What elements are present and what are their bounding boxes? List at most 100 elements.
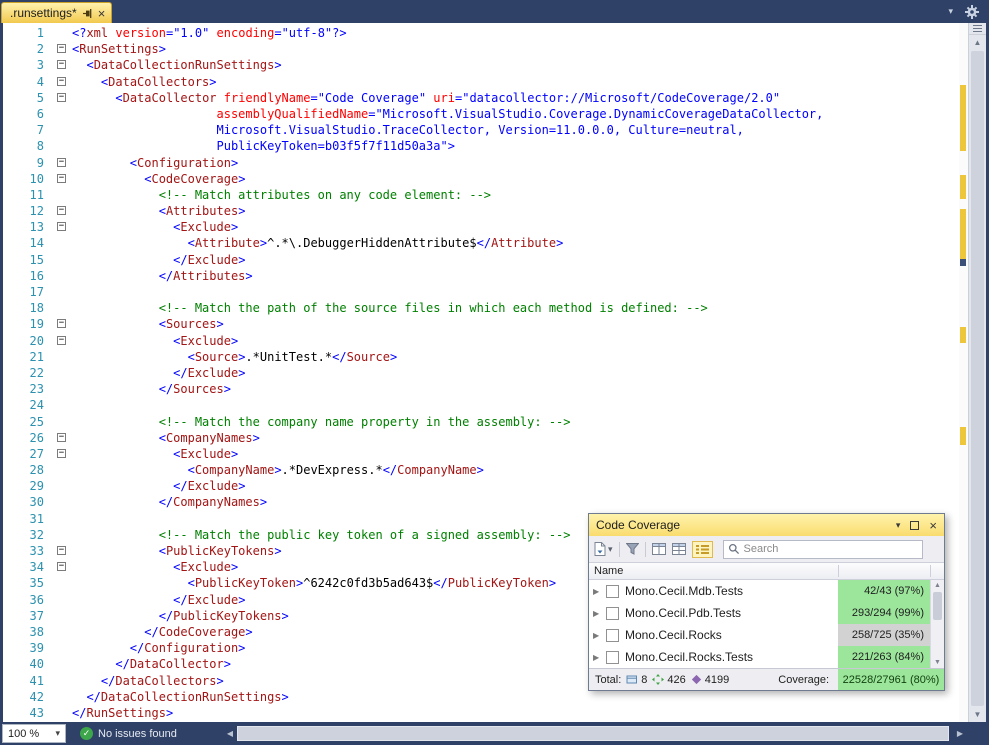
collapse-region-icon[interactable]: −: [57, 158, 66, 167]
horizontal-scrollbar-thumb[interactable]: [238, 727, 948, 740]
code-text: </Exclude>: [72, 365, 245, 381]
collapse-region-icon[interactable]: −: [57, 206, 66, 215]
classes-count: 426: [667, 674, 685, 686]
column-separator[interactable]: [930, 565, 931, 577]
collapse-region-icon[interactable]: −: [57, 433, 66, 442]
coverage-row[interactable]: ▶ Mono.Cecil.Rocks 258/725 (35%): [589, 624, 944, 646]
code-line: 29 </Exclude>: [3, 478, 959, 494]
code-text: <RunSettings>: [72, 41, 166, 57]
column-separator[interactable]: [838, 565, 839, 577]
vertical-scrollbar-thumb[interactable]: [971, 51, 984, 706]
row-coverage: 258/725 (35%): [838, 624, 930, 646]
fold-margin: [53, 235, 72, 251]
line-number: 28: [3, 462, 53, 478]
document-tab-bar: .runsettings* × ▾: [0, 0, 989, 23]
fold-margin: −: [53, 90, 72, 106]
code-line: 28 <CompanyName>.*DevExpress.*</CompanyN…: [3, 462, 959, 478]
document-health-indicator[interactable]: ✓ No issues found: [80, 727, 177, 740]
panel-title-bar[interactable]: Code Coverage ▾ ×: [589, 514, 944, 536]
show-percent-columns-button[interactable]: [672, 543, 686, 555]
filter-button[interactable]: [626, 543, 639, 555]
horizontal-scrollbar[interactable]: [237, 726, 949, 741]
collapse-region-icon[interactable]: −: [57, 60, 66, 69]
code-text: <PublicKeyTokens>: [72, 543, 282, 559]
expander-icon[interactable]: ▶: [593, 587, 606, 596]
collapse-region-icon[interactable]: −: [57, 44, 66, 53]
export-results-button[interactable]: ▾: [594, 542, 613, 556]
collapse-region-icon[interactable]: −: [57, 336, 66, 345]
scroll-up-icon[interactable]: ▲: [931, 580, 944, 591]
tab-list-dropdown-icon[interactable]: ▾: [948, 7, 953, 16]
code-text: </Attributes>: [72, 268, 253, 284]
line-number: 34: [3, 559, 53, 575]
window-menu-icon[interactable]: ▾: [896, 521, 901, 530]
row-checkbox[interactable]: [606, 629, 619, 642]
scroll-right-icon[interactable]: ▶: [957, 729, 963, 738]
row-coverage: 221/263 (84%): [838, 646, 930, 668]
code-text: <Attribute>^.*\.DebuggerHiddenAttribute$…: [72, 235, 563, 251]
settings-gear-icon[interactable]: [965, 5, 979, 19]
coverage-row[interactable]: ▶Mono.Cecil.Rocks.Tests221/263 (84%): [589, 646, 944, 668]
scroll-down-icon[interactable]: ▼: [931, 657, 944, 668]
code-text: <Sources>: [72, 316, 224, 332]
tab-runsettings[interactable]: .runsettings* ×: [1, 2, 112, 23]
collapse-region-icon[interactable]: −: [57, 93, 66, 102]
collapse-region-icon[interactable]: −: [57, 449, 66, 458]
line-number: 7: [3, 122, 53, 138]
collapse-region-icon[interactable]: −: [57, 222, 66, 231]
row-checkbox[interactable]: [606, 607, 619, 620]
coverage-coloring-toggle[interactable]: [692, 541, 713, 558]
code-line: 20− <Exclude>: [3, 333, 959, 349]
search-box[interactable]: [723, 540, 923, 559]
coverage-row[interactable]: ▶Mono.Cecil.Mdb.Tests42/43 (97%): [589, 580, 944, 602]
fold-margin: [53, 25, 72, 41]
row-checkbox[interactable]: [606, 651, 619, 664]
zoom-control[interactable]: 100 % ▾: [2, 724, 66, 743]
classes-stat: 426: [652, 674, 685, 686]
search-input[interactable]: [744, 543, 918, 555]
collapse-region-icon[interactable]: −: [57, 546, 66, 555]
line-number: 6: [3, 106, 53, 122]
export-dropdown-icon[interactable]: ▾: [608, 545, 613, 554]
fold-margin: [53, 365, 72, 381]
code-text: </DataCollectors>: [72, 673, 224, 689]
line-number: 18: [3, 300, 53, 316]
modified-lines-marker: [960, 327, 966, 343]
collapse-region-icon[interactable]: −: [57, 174, 66, 183]
code-line: 4− <DataCollectors>: [3, 74, 959, 90]
show-code-columns-button[interactable]: [652, 543, 666, 555]
chevron-down-icon: ▾: [55, 729, 60, 738]
pin-icon[interactable]: [82, 8, 93, 19]
collapse-region-icon[interactable]: −: [57, 562, 66, 571]
expander-icon[interactable]: ▶: [593, 609, 606, 618]
collapse-region-icon[interactable]: −: [57, 319, 66, 328]
code-line: 11 <!-- Match attributes on any code ele…: [3, 187, 959, 203]
code-line: 26− <CompanyNames>: [3, 430, 959, 446]
assemblies-stat: 8: [626, 674, 647, 686]
code-line: 14 <Attribute>^.*\.DebuggerHiddenAttribu…: [3, 235, 959, 251]
scroll-down-icon[interactable]: ▼: [969, 707, 986, 722]
panel-vertical-scrollbar[interactable]: ▲ ▼: [930, 580, 944, 668]
splitter-grip-icon[interactable]: [969, 23, 986, 35]
name-column-header[interactable]: Name: [594, 565, 623, 577]
coverage-label: Coverage:: [778, 674, 829, 686]
vertical-scrollbar[interactable]: ▲ ▼: [968, 23, 986, 722]
expander-icon[interactable]: ▶: [593, 631, 606, 640]
code-line: 24: [3, 397, 959, 413]
row-name: Mono.Cecil.Rocks: [625, 628, 722, 642]
fold-margin: −: [53, 316, 72, 332]
panel-close-icon[interactable]: ×: [929, 519, 937, 532]
panel-scrollbar-thumb[interactable]: [933, 592, 942, 620]
coverage-row[interactable]: ▶Mono.Cecil.Pdb.Tests293/294 (99%): [589, 602, 944, 624]
grid-header[interactable]: Name: [589, 562, 944, 580]
maximize-icon[interactable]: [910, 521, 919, 530]
scroll-up-icon[interactable]: ▲: [969, 35, 986, 50]
line-number: 35: [3, 575, 53, 591]
code-line: 18 <!-- Match the path of the source fil…: [3, 300, 959, 316]
expander-icon[interactable]: ▶: [593, 653, 606, 662]
close-icon[interactable]: ×: [98, 7, 106, 20]
code-text: <Exclude>: [72, 333, 238, 349]
row-checkbox[interactable]: [606, 585, 619, 598]
scroll-left-icon[interactable]: ◀: [227, 729, 233, 738]
collapse-region-icon[interactable]: −: [57, 77, 66, 86]
